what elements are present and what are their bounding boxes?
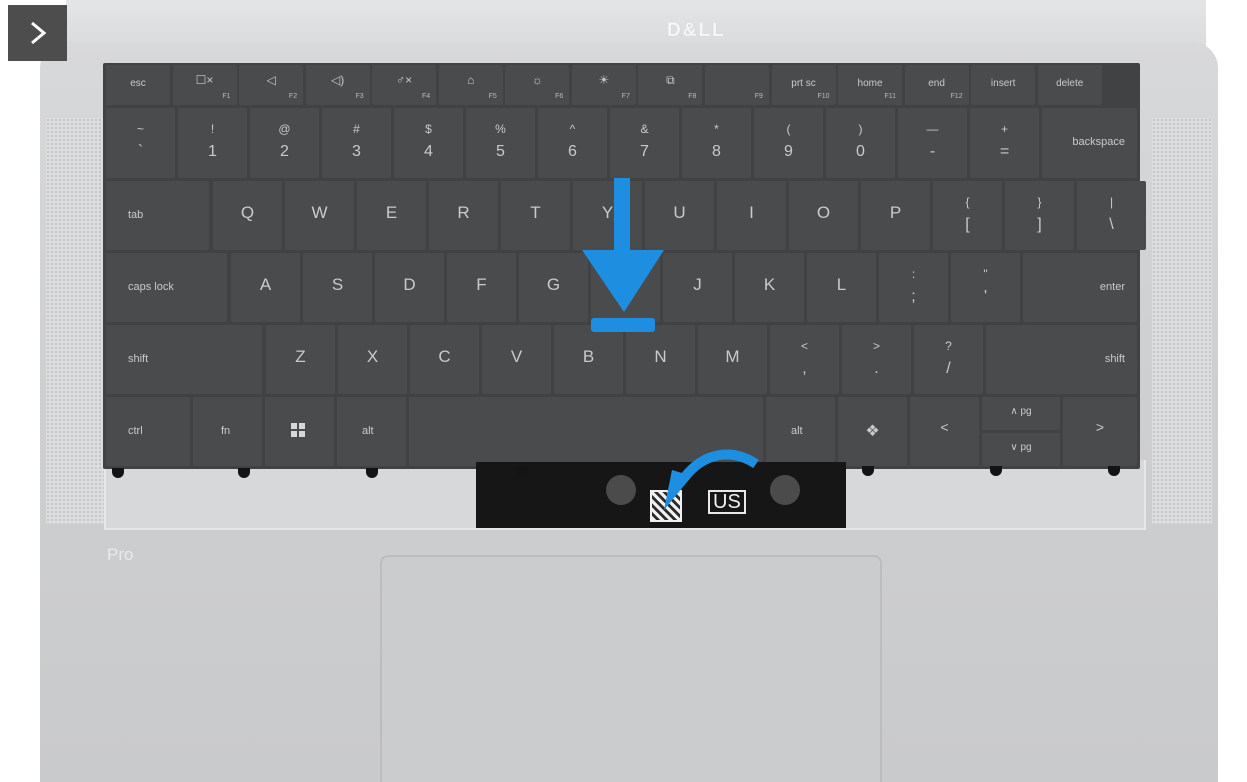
down-arrow-base	[591, 318, 655, 332]
curved-arrow-path	[680, 449, 759, 482]
chevron-right-icon	[30, 21, 46, 45]
down-arrow-head	[582, 250, 664, 312]
down-arrow-shaft	[614, 178, 630, 256]
photo-stage: D&LL Pro esc ☐× F1 ◁ F2 ◁) F3 ♂× F4 ⌂ F5 ☼ F6 ☀ F7 ⧉ F8 F…	[0, 0, 1247, 782]
instruction-arrows	[582, 178, 759, 510]
curved-arrow-head	[664, 470, 692, 510]
next-button[interactable]	[8, 5, 67, 61]
